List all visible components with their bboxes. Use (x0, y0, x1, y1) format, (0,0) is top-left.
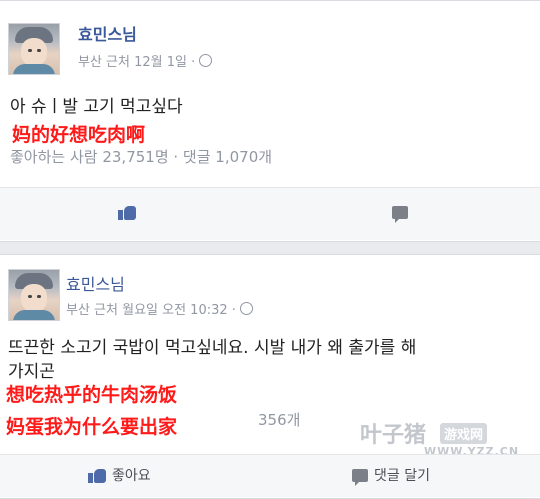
watermark-brand: 叶子猪 (360, 423, 427, 448)
post-stats[interactable]: 356개 (258, 409, 300, 430)
post-meta-text: 부산 근처 12월 1일 · (78, 55, 196, 70)
comment-icon (352, 468, 368, 486)
author-avatar[interactable] (8, 23, 60, 75)
comment-button[interactable]: 댓글 달기 (352, 465, 430, 486)
comment-icon (392, 206, 408, 223)
watermark-tag: 游戏网 (440, 423, 488, 444)
post-text-line-1: 뜨끈한 소고기 국밥이 먹고싶네요. 시발 내가 왜 출가를 해 (8, 338, 417, 358)
like-button[interactable] (118, 204, 136, 220)
like-button[interactable]: 좋아요 (88, 465, 151, 485)
post-text-line-2: 가지곤 (8, 362, 55, 382)
post-meta-text: 부산 근처 월요일 오전 10:32 · (66, 303, 236, 318)
author-avatar[interactable] (8, 269, 60, 321)
author-name[interactable]: 효민스님 (66, 271, 125, 295)
post-meta: 부산 근처 12월 1일 · (78, 51, 213, 70)
like-label: 좋아요 (112, 468, 151, 484)
caption-overlay-1: 想吃热乎的牛肉汤饭 (6, 384, 178, 406)
comment-button[interactable] (392, 206, 408, 223)
post-meta: 부산 근처 월요일 오전 10:32 · (66, 299, 253, 318)
thumbs-up-icon (118, 204, 136, 220)
post-stats[interactable]: 좋아하는 사람 23,751명 · 댓글 1,070개 (10, 146, 272, 167)
post-card-1: 효민스님 부산 근처 12월 1일 · 아 슈ㅣ발 고기 먹고싶다 妈的好想吃肉… (0, 0, 540, 242)
action-bar: 좋아요 댓글 달기 (0, 455, 540, 497)
caption-overlay-2: 妈蛋我为什么要出家 (6, 416, 178, 438)
post-text: 아 슈ㅣ발 고기 먹고싶다 (10, 97, 183, 117)
comment-label: 댓글 달기 (374, 468, 430, 484)
author-name[interactable]: 효민스님 (78, 21, 137, 45)
thumbs-up-icon (88, 467, 106, 483)
globe-icon (239, 302, 253, 315)
action-bar (0, 188, 540, 240)
caption-overlay: 妈的好想吃肉啊 (12, 124, 146, 146)
globe-icon (199, 54, 213, 67)
post-card-2: 효민스님 부산 근처 월요일 오전 10:32 · 뜨끈한 소고기 국밥이 먹고… (0, 254, 540, 499)
